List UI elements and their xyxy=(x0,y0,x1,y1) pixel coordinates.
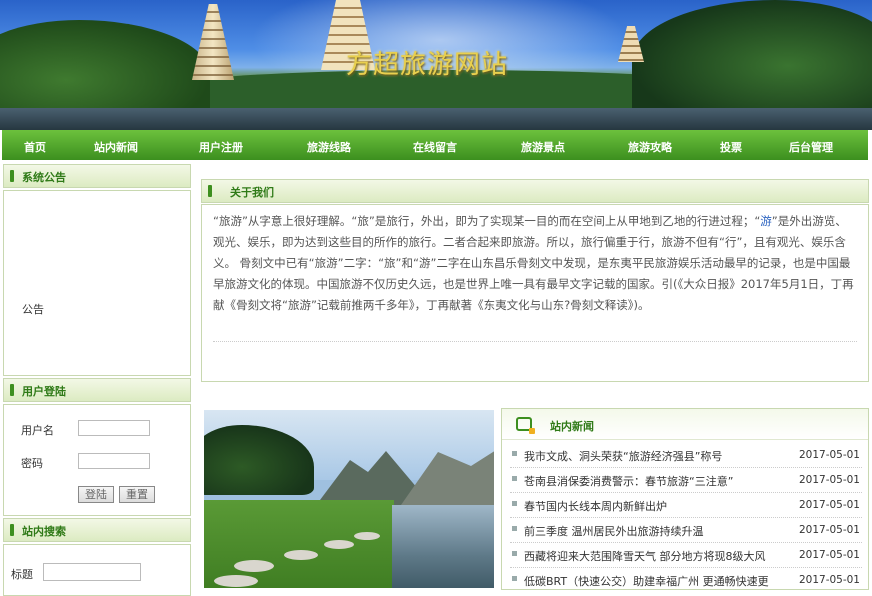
photo-stepping-stone xyxy=(354,532,380,540)
username-input[interactable] xyxy=(78,420,150,436)
news-icon xyxy=(516,417,535,434)
news-title: 站内新闻 xyxy=(550,420,594,433)
notice-box: 公告 xyxy=(3,190,191,376)
nav-vote[interactable]: 投票 xyxy=(720,139,742,155)
scenic-photo xyxy=(204,410,494,588)
header-bar-icon xyxy=(208,185,212,197)
password-label: 密码 xyxy=(21,457,43,470)
login-button[interactable]: 登陆 xyxy=(78,486,114,503)
notice-content: 公告 xyxy=(22,303,44,316)
password-input[interactable] xyxy=(78,453,150,469)
main-nav: 首页 站内新闻 用户注册 旅游线路 在线留言 旅游景点 旅游攻略 投票 后台管理 xyxy=(2,130,868,160)
news-item-title[interactable]: 苍南县消保委消费警示：春节旅游“三注意” xyxy=(524,473,733,489)
news-item-title[interactable]: 前三季度 温州居民外出旅游持续升温 xyxy=(524,523,704,539)
news-item-date: 2017-05-01 xyxy=(798,524,860,536)
nav-news[interactable]: 站内新闻 xyxy=(94,139,138,155)
news-item-date: 2017-05-01 xyxy=(798,449,860,461)
news-item-title[interactable]: 低碳BRT（快速公交）助建幸福广州 更通畅快速更 xyxy=(524,573,769,589)
news-item[interactable]: 前三季度 温州居民外出旅游持续升温 2017-05-01 xyxy=(510,518,862,543)
photo-stepping-stone xyxy=(324,540,354,549)
nav-admin[interactable]: 后台管理 xyxy=(789,139,833,155)
search-title: 站内搜索 xyxy=(22,525,66,538)
notice-title: 系统公告 xyxy=(22,171,66,184)
username-label: 用户名 xyxy=(21,424,54,437)
photo-stepping-stone xyxy=(284,550,318,560)
news-item[interactable]: 苍南县消保委消费警示：春节旅游“三注意” 2017-05-01 xyxy=(510,468,862,493)
nav-guides[interactable]: 旅游攻略 xyxy=(628,139,672,155)
about-text-part1: “旅游”从字意上很好理解。“旅”是旅行，外出，即为了实现某一目的而在空间上从甲地… xyxy=(213,214,761,228)
site-banner: 方超旅游网站 xyxy=(0,0,872,130)
nav-routes[interactable]: 旅游线路 xyxy=(307,139,351,155)
news-item[interactable]: 春节国内长线本周内新鲜出炉 2017-05-01 xyxy=(510,493,862,518)
news-item-date: 2017-05-01 xyxy=(798,549,860,561)
news-item-date: 2017-05-01 xyxy=(798,574,860,586)
bullet-icon xyxy=(512,526,517,531)
banner-water xyxy=(0,108,872,130)
bullet-icon xyxy=(512,551,517,556)
search-box: 标题 xyxy=(3,544,191,596)
bullet-icon xyxy=(512,576,517,581)
photo-lake xyxy=(392,505,494,588)
banner-trees-left xyxy=(0,20,210,120)
search-field-label: 标题 xyxy=(11,568,33,581)
header-bar-icon xyxy=(10,524,14,536)
header-bar-icon xyxy=(10,170,14,182)
news-item-title[interactable]: 西藏将迎来大范围降雪天气 部分地方将现8级大风 xyxy=(524,548,766,564)
nav-guestbook[interactable]: 在线留言 xyxy=(413,139,457,155)
bullet-icon xyxy=(512,476,517,481)
login-header: 用户登陆 xyxy=(3,378,191,402)
pagoda-left-tiers xyxy=(192,4,234,80)
nav-attractions[interactable]: 旅游景点 xyxy=(521,139,565,155)
bullet-icon xyxy=(512,501,517,506)
header-bar-icon xyxy=(10,384,14,396)
bullet-icon xyxy=(512,451,517,456)
news-item-title[interactable]: 我市文成、洞头荣获“旅游经济强县”称号 xyxy=(524,448,722,464)
reset-button[interactable]: 重置 xyxy=(119,486,155,503)
login-title: 用户登陆 xyxy=(22,385,66,398)
login-box: 用户名 密码 登陆 重置 xyxy=(3,404,191,516)
photo-stepping-stone xyxy=(214,575,258,587)
news-panel: 站内新闻 我市文成、洞头荣获“旅游经济强县”称号 2017-05-01 苍南县消… xyxy=(501,408,869,590)
banner-trees-right xyxy=(632,0,872,110)
about-text: “旅游”从字意上很好理解。“旅”是旅行，外出，即为了实现某一目的而在空间上从甲地… xyxy=(213,211,857,316)
about-text-part2: ”是外出游览、观光、娱乐，即为达到这些目的所作的旅行。二者合起来即旅游。所以，旅… xyxy=(213,214,854,312)
about-divider xyxy=(213,341,857,342)
news-item[interactable]: 我市文成、洞头荣获“旅游经济强县”称号 2017-05-01 xyxy=(510,443,862,468)
news-item[interactable]: 西藏将迎来大范围降雪天气 部分地方将现8级大风 2017-05-01 xyxy=(510,543,862,568)
about-title: 关于我们 xyxy=(230,186,274,199)
notice-header: 系统公告 xyxy=(3,164,191,188)
photo-stepping-stone xyxy=(234,560,274,572)
nav-home[interactable]: 首页 xyxy=(24,139,46,155)
news-item[interactable]: 低碳BRT（快速公交）助建幸福广州 更通畅快速更 2017-05-01 xyxy=(510,568,862,592)
news-item-date: 2017-05-01 xyxy=(798,499,860,511)
news-item-date: 2017-05-01 xyxy=(798,474,860,486)
news-item-title[interactable]: 春节国内长线本周内新鲜出炉 xyxy=(524,498,667,514)
site-title: 方超旅游网站 xyxy=(346,50,509,80)
about-header: 关于我们 xyxy=(201,179,869,203)
news-header: 站内新闻 xyxy=(502,409,868,440)
about-link[interactable]: 游 xyxy=(760,214,772,228)
search-header: 站内搜索 xyxy=(3,518,191,542)
nav-register[interactable]: 用户注册 xyxy=(199,139,243,155)
search-title-input[interactable] xyxy=(43,563,141,581)
